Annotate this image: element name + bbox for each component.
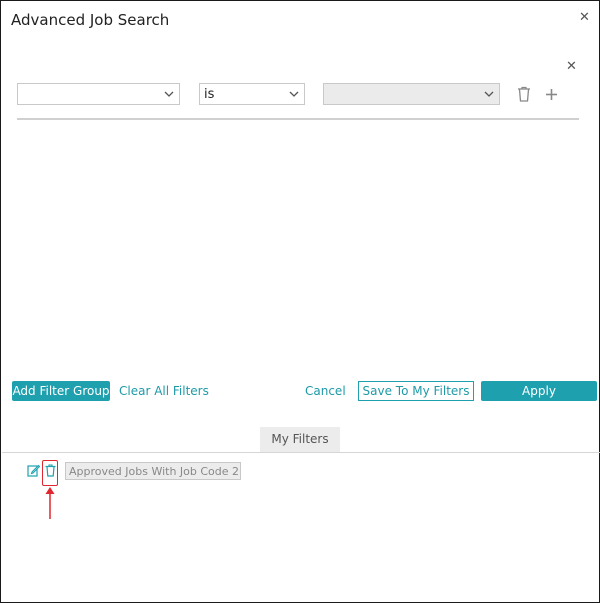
operator-select[interactable]: is [199, 83, 305, 105]
value-select[interactable] [323, 83, 500, 105]
advanced-job-search-dialog: Advanced Job Search ✕ ✕ is Add Filter Gr… [0, 0, 600, 603]
operator-select-value: is [204, 87, 215, 102]
plus-icon[interactable] [545, 88, 558, 101]
close-dialog-icon[interactable]: ✕ [579, 10, 590, 25]
apply-button[interactable]: Apply [481, 381, 597, 401]
cancel-link[interactable]: Cancel [305, 384, 346, 398]
filter-group-divider [17, 118, 579, 120]
arrow-up-icon [45, 487, 55, 519]
field-select[interactable] [17, 83, 180, 105]
tab-underline [2, 452, 600, 453]
chevron-down-icon [164, 91, 174, 97]
trash-icon[interactable] [45, 464, 56, 477]
clear-all-filters-link[interactable]: Clear All Filters [119, 384, 209, 398]
trash-icon[interactable] [517, 86, 531, 102]
save-to-my-filters-button[interactable]: Save To My Filters [358, 381, 474, 401]
close-filter-group-icon[interactable]: ✕ [566, 59, 577, 74]
dialog-title: Advanced Job Search [11, 11, 170, 29]
tab-my-filters[interactable]: My Filters [260, 427, 340, 452]
edit-icon[interactable] [27, 464, 40, 477]
chevron-down-icon [484, 91, 494, 97]
chevron-down-icon [289, 91, 299, 97]
saved-filter-name-field[interactable]: Approved Jobs With Job Code 2( [65, 462, 241, 480]
add-filter-group-button[interactable]: Add Filter Group [12, 381, 110, 401]
